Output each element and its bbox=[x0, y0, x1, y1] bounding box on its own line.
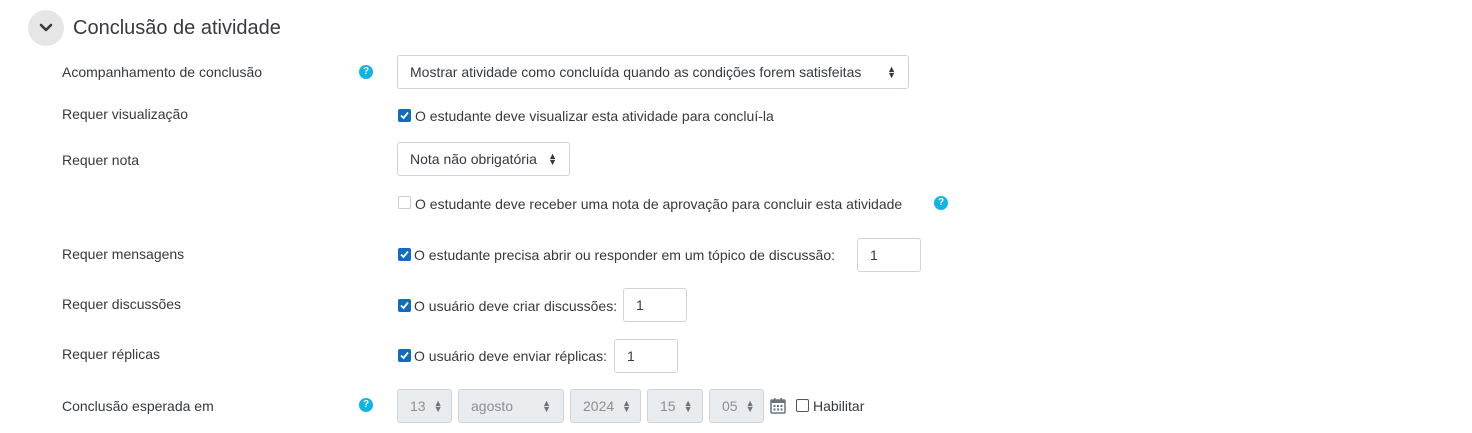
day-value: 13 bbox=[410, 398, 426, 414]
completion-tracking-value: Mostrar atividade como concluída quando … bbox=[410, 64, 862, 80]
replies-label: Requer réplicas bbox=[62, 346, 161, 362]
select-caret-icon: ▲ ▼ bbox=[683, 398, 693, 414]
expected-label: Conclusão esperada em bbox=[62, 398, 214, 414]
select-caret-icon: ▲ ▼ bbox=[887, 64, 896, 80]
require-view-text: O estudante deve visualizar esta ativida… bbox=[415, 108, 774, 124]
expected-hour-select[interactable]: 15 ▲ ▼ bbox=[647, 389, 703, 423]
month-value: agosto bbox=[471, 398, 514, 414]
expected-year-select[interactable]: 2024 ▲ ▼ bbox=[570, 389, 641, 423]
help-icon[interactable]: ? bbox=[359, 398, 373, 412]
require-grade-select[interactable]: Nota não obrigatória ▲ ▼ bbox=[397, 142, 570, 176]
expected-day-select[interactable]: 13 ▲ ▼ bbox=[397, 389, 452, 423]
require-discussions-checkbox[interactable] bbox=[398, 299, 411, 312]
pass-grade-text: O estudante deve receber uma nota de apr… bbox=[415, 196, 903, 212]
require-replies-text: O usuário deve enviar réplicas: bbox=[414, 348, 607, 364]
require-posts-checkbox[interactable] bbox=[398, 248, 411, 261]
require-replies-input[interactable]: 1 bbox=[614, 339, 678, 373]
check-icon bbox=[400, 301, 409, 310]
check-icon bbox=[400, 111, 409, 120]
year-value: 2024 bbox=[583, 398, 615, 414]
require-view-checkbox[interactable] bbox=[398, 109, 411, 122]
completion-tracking-select[interactable]: Mostrar atividade como concluída quando … bbox=[397, 55, 909, 89]
require-discussions-text: O usuário deve criar discussões: bbox=[414, 298, 618, 314]
select-caret-icon: ▲ ▼ bbox=[622, 398, 632, 414]
require-posts-text: O estudante precisa abrir ou responder e… bbox=[414, 247, 836, 263]
discussions-label: Requer discussões bbox=[62, 296, 182, 312]
select-caret-icon: ▲ ▼ bbox=[542, 398, 551, 414]
hour-value: 15 bbox=[660, 398, 676, 414]
chevron-down-icon bbox=[39, 23, 53, 32]
view-label: Requer visualização bbox=[62, 106, 189, 122]
help-icon[interactable]: ? bbox=[934, 196, 948, 210]
select-caret-icon: ▲ ▼ bbox=[548, 151, 557, 167]
check-icon bbox=[400, 250, 409, 259]
calendar-icon[interactable] bbox=[770, 397, 786, 414]
section-title: Conclusão de atividade bbox=[73, 17, 281, 39]
expected-minute-select[interactable]: 05 ▲ ▼ bbox=[709, 389, 764, 423]
check-icon bbox=[400, 351, 409, 360]
pass-grade-checkbox[interactable] bbox=[398, 196, 411, 209]
enable-expected-text: Habilitar bbox=[813, 398, 865, 414]
section-collapse-toggle[interactable] bbox=[28, 10, 64, 46]
grade-label: Requer nota bbox=[62, 152, 140, 168]
require-grade-value: Nota não obrigatória bbox=[410, 151, 537, 167]
expected-month-select[interactable]: agosto ▲ ▼ bbox=[458, 389, 564, 423]
minute-value: 05 bbox=[722, 398, 738, 414]
tracking-label: Acompanhamento de conclusão bbox=[62, 64, 263, 80]
require-posts-input[interactable]: 1 bbox=[857, 238, 921, 272]
select-caret-icon: ▲ ▼ bbox=[433, 398, 443, 414]
enable-expected-checkbox[interactable] bbox=[796, 399, 809, 412]
require-replies-checkbox[interactable] bbox=[398, 349, 411, 362]
require-discussions-input[interactable]: 1 bbox=[623, 288, 687, 322]
posts-label: Requer mensagens bbox=[62, 246, 185, 262]
help-icon[interactable]: ? bbox=[359, 65, 373, 79]
select-caret-icon: ▲ ▼ bbox=[745, 398, 755, 414]
